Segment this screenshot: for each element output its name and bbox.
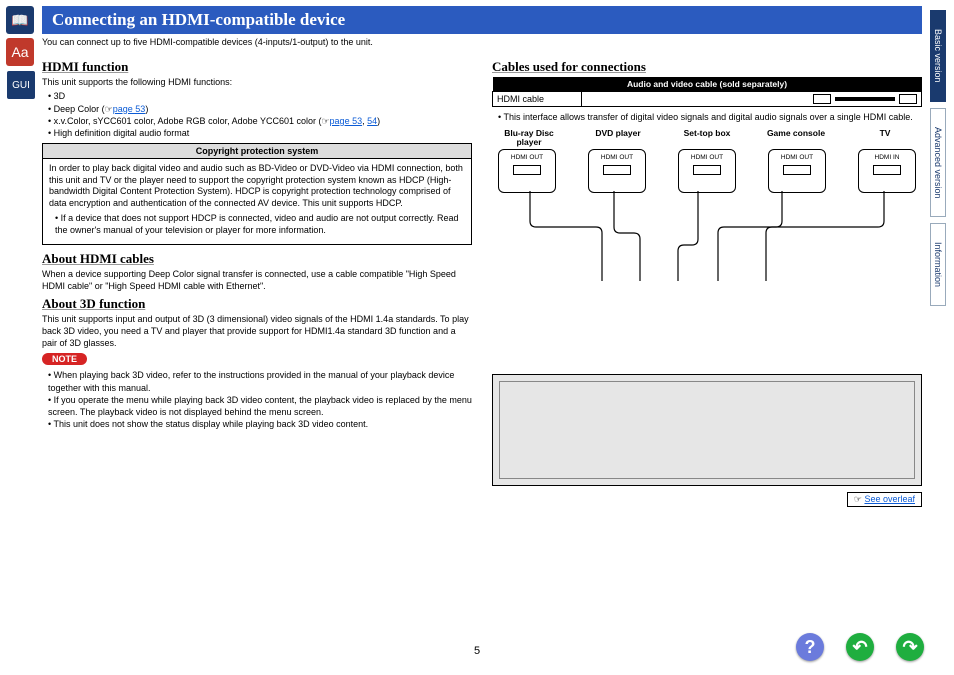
func-intro: This unit supports the following HDMI fu… <box>42 77 472 89</box>
note-list: When playing back 3D video, refer to the… <box>42 369 472 430</box>
tab-basic[interactable]: Basic version <box>930 10 946 102</box>
left-column: HDMI function This unit supports the fol… <box>42 55 472 507</box>
help-button[interactable]: ? <box>796 633 824 661</box>
note-1: When playing back 3D video, refer to the… <box>48 369 472 393</box>
bottom-nav: ? ↶ ↷ <box>796 633 924 661</box>
overleaf-link[interactable]: See overleaf <box>864 494 915 504</box>
text: Deep Color ( <box>54 104 105 114</box>
hdmi-plug-icon <box>899 94 917 104</box>
port-stb: HDMI OUT <box>678 149 736 193</box>
port-label: HDMI OUT <box>601 154 633 161</box>
port-label: HDMI OUT <box>691 154 723 161</box>
intro-text: You can connect up to five HDMI-compatib… <box>42 37 922 49</box>
link-page-53a[interactable]: page 53 <box>113 104 146 114</box>
cable-row-label: HDMI cable <box>493 91 582 106</box>
next-page-button[interactable]: ↷ <box>896 633 924 661</box>
device-game: Game console <box>765 129 827 147</box>
text: ) <box>377 116 380 126</box>
port-game: HDMI OUT <box>768 149 826 193</box>
function-list: 3D Deep Color (☞page 53) x.v.Color, sYCC… <box>42 90 472 139</box>
device-tv: TV <box>854 129 916 147</box>
text: ) <box>145 104 148 114</box>
cps-body-1: In order to play back digital video and … <box>49 163 465 210</box>
d3-body: This unit supports input and output of 3… <box>42 314 472 349</box>
func-3d: 3D <box>48 90 472 102</box>
cable-row-graphic <box>582 91 922 106</box>
hdmi-port-icon <box>873 165 901 175</box>
left-icon-rail: 📖 Aa GUI <box>6 6 36 104</box>
book-icon[interactable]: 📖 <box>6 6 34 34</box>
device-labels: Blu-ray Disc player DVD player Set-top b… <box>492 129 922 147</box>
hdmi-port-icon <box>693 165 721 175</box>
see-overleaf[interactable]: ☞ See overleaf <box>847 492 922 507</box>
cable-table: Audio and video cable (sold separately) … <box>492 77 922 107</box>
port-tv: HDMI IN <box>858 149 916 193</box>
device-stb: Set-top box <box>676 129 738 147</box>
cable-table-header: Audio and video cable (sold separately) <box>493 77 922 92</box>
port-label: HDMI IN <box>875 154 900 161</box>
note-2: If you operate the menu while playing ba… <box>48 394 472 418</box>
func-deepcolor: Deep Color (☞page 53) <box>48 103 472 115</box>
tab-information[interactable]: Information <box>930 223 946 306</box>
cps-body-2: If a device that does not support HDCP i… <box>55 212 465 236</box>
hdmi-plug-icon <box>813 94 831 104</box>
note-badge: NOTE <box>42 353 87 365</box>
port-label: HDMI OUT <box>781 154 813 161</box>
cable-diagram <box>492 191 922 281</box>
right-column: Cables used for connections Audio and vi… <box>492 55 922 507</box>
prev-page-button[interactable]: ↶ <box>846 633 874 661</box>
func-xvcolor: x.v.Color, sYCC601 color, Adobe RGB colo… <box>48 115 472 127</box>
copyright-box: Copyright protection system In order to … <box>42 143 472 245</box>
copyright-box-header: Copyright protection system <box>43 144 471 159</box>
cable-line-icon <box>835 97 895 101</box>
func-hd-audio: High definition digital audio format <box>48 127 472 139</box>
pointer-icon: ☞ <box>854 494 862 504</box>
font-size-icon[interactable]: Aa <box>6 38 34 66</box>
tab-advanced[interactable]: Advanced version <box>930 108 946 218</box>
note-3: This unit does not show the status displ… <box>48 418 472 430</box>
gui-icon[interactable]: GUI <box>6 70 36 100</box>
heading-cables-used: Cables used for connections <box>492 59 922 75</box>
port-label: HDMI OUT <box>511 154 543 161</box>
link-page-53b[interactable]: page 53 <box>330 116 363 126</box>
receiver-back-panel <box>492 374 922 486</box>
hdmi-port-icon <box>783 165 811 175</box>
heading-about-3d: About 3D function <box>42 296 472 312</box>
hdmi-port-icon <box>513 165 541 175</box>
port-row: HDMI OUT HDMI OUT HDMI OUT HDMI OUT HDMI… <box>492 149 922 193</box>
device-dvd: DVD player <box>587 129 649 147</box>
cables-body: When a device supporting Deep Color sign… <box>42 269 472 292</box>
text: x.v.Color, sYCC601 color, Adobe RGB colo… <box>54 116 322 126</box>
device-bluray: Blu-ray Disc player <box>498 129 560 147</box>
port-dvd: HDMI OUT <box>588 149 646 193</box>
link-page-54[interactable]: 54 <box>367 116 377 126</box>
heading-hdmi-function: HDMI function <box>42 59 472 75</box>
heading-about-cables: About HDMI cables <box>42 251 472 267</box>
hdmi-port-icon <box>603 165 631 175</box>
port-bluray: HDMI OUT <box>498 149 556 193</box>
page-title: Connecting an HDMI-compatible device <box>42 6 922 34</box>
right-tabs: Basic version Advanced version Informati… <box>930 10 948 312</box>
interface-note: This interface allows transfer of digita… <box>498 111 922 123</box>
